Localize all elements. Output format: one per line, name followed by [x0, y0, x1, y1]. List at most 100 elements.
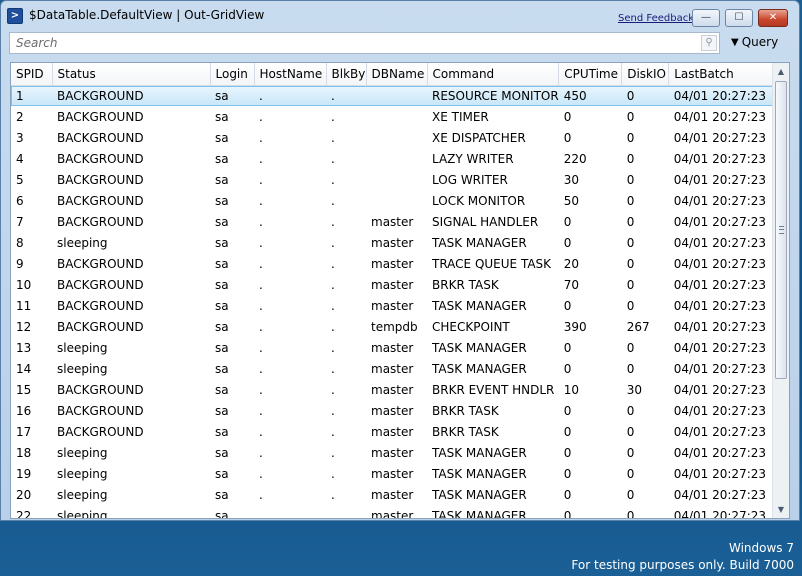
cell-login: sa — [215, 403, 229, 418]
search-input[interactable] — [10, 33, 702, 53]
cell-blkby: . — [331, 235, 335, 250]
cell-spid: 4 — [16, 151, 24, 166]
column-header-login[interactable]: Login — [210, 63, 255, 86]
cell-spid: 11 — [16, 298, 32, 313]
cell-status: BACKGROUND — [57, 298, 144, 313]
table-row[interactable]: 4 BACKGROUND sa.. LAZY WRITER 220 0 04/01 20:2… — [11, 148, 779, 169]
table-row[interactable]: 22 sleeping sa.. master TASK MANAGER 0 0 04/01 … — [11, 505, 779, 519]
maximize-button[interactable]: ☐ — [725, 9, 753, 27]
cell-diskio: 0 — [626, 508, 635, 519]
cell-spid: 17 — [16, 424, 32, 439]
cell-dbname — [366, 106, 427, 127]
table-row[interactable]: 18 sleeping sa.. master TASK MANAGER 0 0 04/01 … — [11, 442, 779, 463]
cell-command: BRKR TASK — [432, 403, 499, 418]
column-header-lastbatch[interactable]: LastBatch — [668, 63, 780, 86]
table-row[interactable]: 15 BACKGROUND sa.. master BRKR EVENT HNDLR 10… — [11, 379, 779, 400]
table-row[interactable]: 1 BACKGROUND sa.. RESOURCE MONITOR 450 0 04/01… — [11, 85, 779, 106]
cell-diskio: 0 — [626, 445, 635, 460]
table-row[interactable]: 3 BACKGROUND sa.. XE DISPATCHER 0 0 04/01 20:2… — [11, 127, 779, 148]
cell-blkby: . — [331, 193, 335, 208]
table-row[interactable]: 17 BACKGROUND sa.. master BRKR TASK 0 0 04/01 2… — [11, 421, 779, 442]
cell-dbname: master — [371, 445, 414, 460]
cell-hostname: . — [259, 130, 263, 145]
table-row[interactable]: 19 sleeping sa.. master TASK MANAGER 0 0 04/01 … — [11, 463, 779, 484]
title-bar[interactable]: > $DataTable.DefaultView | Out-GridView … — [1, 1, 799, 31]
table-row[interactable]: 16 BACKGROUND sa.. master BRKR TASK 0 0 04/01 2… — [11, 400, 779, 421]
table-row[interactable]: 8 sleeping sa.. master TASK MANAGER 0 0 04/01 2… — [11, 232, 779, 253]
query-label: Query — [741, 35, 779, 49]
table-row[interactable]: 12 BACKGROUND sa.. tempdb CHECKPOINT 390 267 04… — [11, 316, 779, 337]
cell-hostname: . — [259, 214, 263, 229]
cell-cputime: 30 — [563, 172, 579, 187]
column-header-diskio[interactable]: DiskIO — [621, 63, 670, 86]
minimize-button[interactable]: — — [692, 9, 720, 27]
grip-icon — [779, 226, 784, 234]
data-grid[interactable]: SPID Status Login HostName BlkBy DBName Comman… — [10, 62, 790, 519]
cell-diskio: 0 — [626, 340, 635, 355]
scroll-down-icon[interactable]: ▼ — [773, 501, 789, 518]
column-header-command[interactable]: Command — [427, 63, 560, 86]
header-row: SPID Status Login HostName BlkBy DBName Comman… — [11, 63, 780, 86]
cell-lastbatch: 04/01 20:27:23 — [673, 151, 767, 166]
cell-hostname: . — [259, 403, 263, 418]
cell-login: sa — [215, 172, 229, 187]
table-row[interactable]: 7 BACKGROUND sa.. master SIGNAL HANDLER 0 0 04/… — [11, 211, 779, 232]
cell-login: sa — [215, 235, 229, 250]
cell-hostname: . — [259, 508, 263, 519]
cell-spid: 2 — [16, 109, 24, 124]
cell-blkby: . — [331, 466, 335, 481]
table-row[interactable]: 11 BACKGROUND sa.. master TASK MANAGER 0 0 04/0… — [11, 295, 779, 316]
scroll-thumb[interactable] — [775, 81, 787, 379]
cell-command: LAZY WRITER — [432, 151, 514, 166]
cell-diskio: 0 — [626, 403, 635, 418]
table-row[interactable]: 10 BACKGROUND sa.. master BRKR TASK 70 0 04/01 … — [11, 274, 779, 295]
close-button[interactable]: ✕ — [758, 9, 788, 27]
column-header-spid[interactable]: SPID — [11, 63, 53, 86]
column-header-hostname[interactable]: HostName — [254, 63, 327, 86]
cell-diskio: 0 — [621, 85, 669, 106]
vertical-scrollbar[interactable]: ▲ ▼ — [772, 63, 789, 518]
table-row[interactable]: 2 BACKGROUND sa.. XE TIMER 0 0 04/01 20:27:23 — [11, 106, 779, 127]
table-row[interactable]: 5 BACKGROUND sa.. LOG WRITER 30 0 04/01 20:27:… — [11, 169, 779, 190]
cell-status: BACKGROUND — [57, 130, 144, 145]
table-row[interactable]: 9 BACKGROUND sa.. master TRACE QUEUE TASK 20 0… — [11, 253, 779, 274]
column-header-status[interactable]: Status — [52, 63, 211, 86]
cell-blkby: . — [331, 361, 335, 376]
table-row[interactable]: 13 sleeping sa.. master TASK MANAGER 0 0 04/01 … — [11, 337, 779, 358]
send-feedback-link[interactable]: Send Feedback — [618, 13, 694, 24]
cell-blkby: . — [331, 298, 335, 313]
cell-cputime: 0 — [563, 298, 572, 313]
scroll-up-icon[interactable]: ▲ — [773, 63, 789, 80]
cell-lastbatch: 04/01 20:27:23 — [673, 193, 767, 208]
cell-lastbatch: 04/01 20:27:23 — [673, 508, 767, 519]
cell-dbname: master — [371, 382, 414, 397]
table-row[interactable]: 14 sleeping sa.. master TASK MANAGER 0 0 04/01 … — [11, 358, 779, 379]
column-header-blkby[interactable]: BlkBy — [326, 63, 367, 86]
cell-command: TASK MANAGER — [432, 361, 527, 376]
cell-login: sa — [215, 256, 229, 271]
cell-hostname: . — [259, 193, 263, 208]
cell-spid: 19 — [16, 466, 32, 481]
table-row[interactable]: 6 BACKGROUND sa.. LOCK MONITOR 50 0 04/01 20:2… — [11, 190, 779, 211]
cell-status: sleeping — [57, 235, 108, 250]
cell-diskio: 267 — [626, 319, 650, 334]
column-header-dbname[interactable]: DBName — [366, 63, 428, 86]
cell-cputime: 50 — [563, 193, 579, 208]
cell-blkby: . — [331, 172, 335, 187]
cell-hostname: . — [259, 487, 263, 502]
table-row[interactable]: 20 sleeping sa.. master TASK MANAGER 0 0 04/01 … — [11, 484, 779, 505]
cell-hostname: . — [259, 424, 263, 439]
cell-status: BACKGROUND — [57, 277, 144, 292]
column-header-cputime[interactable]: CPUTime — [558, 63, 623, 86]
search-icon[interactable]: ⚲ — [701, 35, 717, 51]
cell-spid: 3 — [16, 130, 24, 145]
query-toggle-button[interactable]: ▼ Query — [731, 35, 778, 49]
cell-cputime: 0 — [563, 445, 572, 460]
cell-blkby: . — [331, 319, 335, 334]
cell-status: sleeping — [57, 445, 108, 460]
cell-blkby: . — [331, 508, 335, 519]
cell-status: BACKGROUND — [57, 256, 144, 271]
cell-dbname: master — [371, 361, 414, 376]
search-box: ⚲ — [9, 32, 720, 54]
cell-blkby: . — [331, 340, 335, 355]
